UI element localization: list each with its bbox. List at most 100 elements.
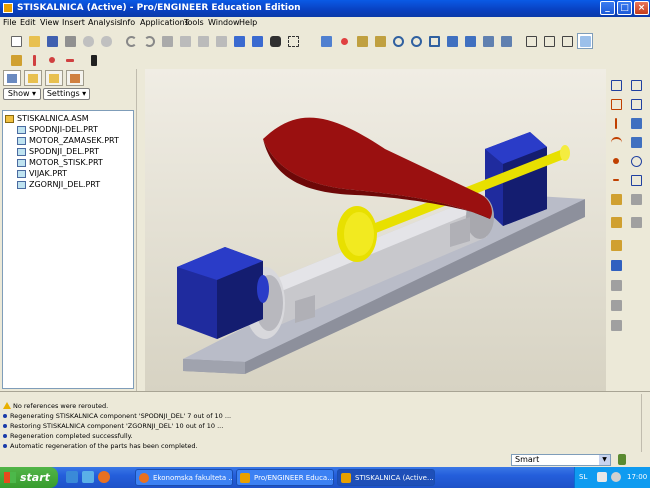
menu-edit[interactable]: Edit: [20, 18, 36, 27]
info-bullet-icon: [3, 434, 7, 438]
reorient-icon[interactable]: [444, 33, 460, 49]
hole-icon[interactable]: [628, 153, 644, 169]
firefox-quicklaunch-icon[interactable]: [98, 471, 110, 483]
revolve-icon[interactable]: [628, 115, 644, 131]
draft-icon[interactable]: [628, 214, 644, 230]
taskbar-item-firefox[interactable]: Ekonomska fakulteta ...: [135, 469, 233, 486]
message-line-warning: No references were rerouted.: [3, 402, 108, 410]
analysis-tool-icon[interactable]: [608, 191, 624, 207]
email-icon-2[interactable]: [98, 33, 114, 49]
menu-analysis[interactable]: Analysis: [88, 18, 121, 27]
sketch-icon[interactable]: [8, 52, 24, 68]
assembly-icon: [5, 115, 14, 123]
rib-icon[interactable]: [628, 191, 644, 207]
message-line: Restoring STISKALNICA component 'ZGORNJI…: [3, 422, 223, 430]
repaint-icon[interactable]: [318, 33, 334, 49]
copy-icon[interactable]: [177, 33, 193, 49]
component-icon[interactable]: [608, 214, 624, 230]
axis-tool-icon[interactable]: [608, 115, 624, 131]
menu-window[interactable]: Window: [208, 18, 240, 27]
sweep-icon[interactable]: [628, 134, 644, 150]
language-indicator[interactable]: SL: [579, 473, 587, 481]
datum-plane-icon[interactable]: [608, 96, 624, 112]
spin-center-icon[interactable]: [336, 33, 352, 49]
tab-model-tree[interactable]: [3, 70, 21, 86]
csys-icon[interactable]: [62, 52, 78, 68]
datum-point-icon[interactable]: [44, 52, 60, 68]
maximize-button[interactable]: □: [617, 1, 632, 15]
round-icon[interactable]: [608, 257, 624, 273]
shell-icon[interactable]: [628, 172, 644, 188]
show-desktop-icon[interactable]: [82, 471, 94, 483]
proe-app-icon: [3, 3, 13, 13]
email-icon[interactable]: [80, 33, 96, 49]
no-hidden-icon[interactable]: [559, 33, 575, 49]
hidden-line-icon[interactable]: [541, 33, 557, 49]
zoom-out-icon[interactable]: [408, 33, 424, 49]
clock: 17:00: [627, 473, 648, 481]
menu-file[interactable]: File: [3, 18, 16, 27]
paste-special-icon[interactable]: [213, 33, 229, 49]
assemble-icon[interactable]: [608, 237, 624, 253]
settings-dropdown[interactable]: Settings ▾: [43, 88, 90, 100]
regenerate-icon[interactable]: [231, 33, 247, 49]
message-line: Regenerating STISKALNICA component 'SPOD…: [3, 412, 231, 420]
curve-tool-icon[interactable]: [608, 134, 624, 150]
plane-tool-icon[interactable]: [628, 77, 644, 93]
main-toolbar: [0, 30, 650, 52]
orient-icon[interactable]: [354, 33, 370, 49]
refit-icon[interactable]: [426, 33, 442, 49]
chamfer-icon[interactable]: [608, 277, 624, 293]
context-help-icon[interactable]: [86, 52, 102, 68]
start-button[interactable]: start: [0, 467, 58, 488]
point-tool-icon[interactable]: [608, 153, 624, 169]
menu-view[interactable]: View: [40, 18, 59, 27]
close-button[interactable]: ×: [634, 1, 649, 15]
wireframe-icon[interactable]: [523, 33, 539, 49]
extrude-icon[interactable]: [628, 96, 644, 112]
open-icon[interactable]: [26, 33, 42, 49]
message-scrollbar[interactable]: [641, 394, 649, 452]
warning-icon: [3, 402, 11, 409]
undo-icon[interactable]: [123, 33, 139, 49]
select-icon[interactable]: [285, 33, 301, 49]
new-icon[interactable]: [8, 33, 24, 49]
volume-icon[interactable]: [611, 472, 621, 482]
view-manager-icon[interactable]: [498, 33, 514, 49]
network-icon[interactable]: [597, 472, 607, 482]
layers-icon[interactable]: [480, 33, 496, 49]
menu-help[interactable]: Help: [239, 18, 257, 27]
menu-applications[interactable]: Applications: [140, 18, 189, 27]
assembly-model-view[interactable]: [145, 69, 606, 391]
spin-icon[interactable]: [372, 33, 388, 49]
minimize-button[interactable]: _: [600, 1, 615, 15]
print-icon[interactable]: [62, 33, 78, 49]
csys-tool-icon[interactable]: [608, 172, 624, 188]
save-icon[interactable]: [44, 33, 60, 49]
pattern-icon[interactable]: [608, 297, 624, 313]
paste-icon[interactable]: [195, 33, 211, 49]
redo-icon[interactable]: [141, 33, 157, 49]
ie-quicklaunch-icon[interactable]: [66, 471, 78, 483]
menu-info[interactable]: Info: [120, 18, 135, 27]
menu-tools[interactable]: Tools: [184, 18, 204, 27]
show-dropdown[interactable]: Show ▾: [3, 88, 41, 100]
sketch-tool-icon[interactable]: [608, 77, 624, 93]
menu-insert[interactable]: Insert: [62, 18, 85, 27]
regen-manager-icon[interactable]: [249, 33, 265, 49]
tab-folder-browser[interactable]: [24, 70, 42, 86]
graphics-window[interactable]: [145, 69, 606, 391]
saved-views-icon[interactable]: [462, 33, 478, 49]
panel-splitter[interactable]: [136, 69, 145, 391]
mirror-icon[interactable]: [608, 317, 624, 333]
selection-filter-dropdown[interactable]: Smart ▼: [511, 454, 611, 466]
zoom-in-icon[interactable]: [390, 33, 406, 49]
tab-connections[interactable]: [66, 70, 84, 86]
taskbar-item-proe[interactable]: Pro/ENGINEER Educa...: [236, 469, 334, 486]
tab-favorites[interactable]: [45, 70, 63, 86]
cut-icon[interactable]: [159, 33, 175, 49]
shading-icon[interactable]: [577, 33, 593, 49]
find-icon[interactable]: [267, 33, 283, 49]
datum-axis-icon[interactable]: [26, 52, 42, 68]
taskbar-item-stiskalnica[interactable]: STISKALNICA (Active...: [337, 469, 435, 486]
